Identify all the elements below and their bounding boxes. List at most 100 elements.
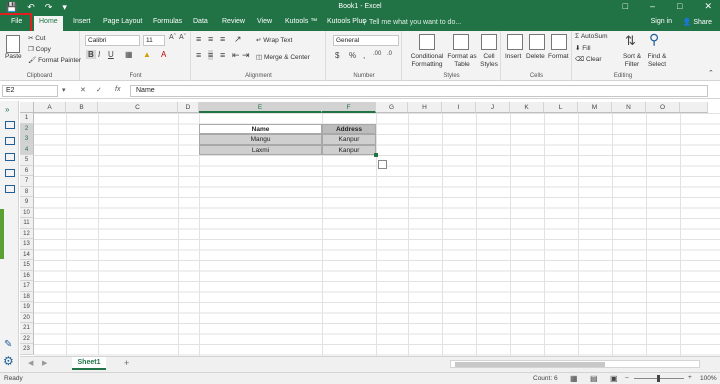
orientation-icon[interactable]: ↗: [234, 34, 242, 45]
row-header[interactable]: 11: [20, 218, 34, 229]
conditional-formatting-button[interactable]: Conditional Formatting: [407, 53, 447, 69]
comma-style-icon[interactable]: ,: [363, 51, 365, 60]
find-select-icon[interactable]: ⚲: [649, 31, 659, 48]
table-cell[interactable]: Laxmi: [199, 144, 322, 155]
autosum-button[interactable]: Σ AutoSum: [575, 33, 608, 40]
insert-cells-button[interactable]: Insert: [505, 53, 521, 60]
tab-data[interactable]: Data: [193, 18, 208, 25]
zoom-slider[interactable]: [634, 375, 684, 382]
column-header-e[interactable]: E: [199, 102, 322, 113]
tell-me-search[interactable]: ⚲ Tell me what you want to do...: [362, 18, 461, 26]
format-painter-button[interactable]: 🖌 Format Painter: [28, 56, 81, 64]
sheet-tab[interactable]: Sheet1: [72, 357, 106, 370]
row-header[interactable]: 21: [20, 323, 34, 334]
row-header[interactable]: 13: [20, 239, 34, 250]
fill-button[interactable]: ⬇ Fill: [575, 44, 591, 52]
zoom-level[interactable]: 100%: [700, 375, 717, 382]
tab-insert[interactable]: Insert: [73, 18, 91, 25]
confirm-entry-icon[interactable]: ✓: [96, 86, 102, 94]
cell-styles-icon[interactable]: [481, 34, 497, 50]
row-header[interactable]: 5: [20, 155, 34, 166]
name-box-dropdown-icon[interactable]: ▾: [62, 86, 66, 94]
tab-formulas[interactable]: Formulas: [153, 18, 182, 25]
font-size-select[interactable]: 11: [143, 35, 165, 46]
currency-icon[interactable]: $: [335, 51, 339, 60]
decrease-decimal-icon[interactable]: .0: [387, 51, 392, 57]
align-center-icon[interactable]: ≡: [208, 50, 214, 60]
conditional-formatting-icon[interactable]: [419, 34, 435, 50]
pane-resize-handle[interactable]: [0, 209, 4, 259]
row-header[interactable]: 14: [20, 249, 34, 260]
new-sheet-button[interactable]: +: [124, 358, 129, 368]
scroll-left-icon[interactable]: ◀: [28, 359, 33, 367]
insert-function-icon[interactable]: fx: [115, 86, 120, 93]
row-header[interactable]: 8: [20, 186, 34, 197]
normal-view-icon[interactable]: ▦: [570, 374, 578, 383]
ribbon-display-icon[interactable]: □: [623, 1, 628, 12]
tab-page-layout[interactable]: Page Layout: [103, 18, 142, 25]
align-top-icon[interactable]: ≡: [196, 34, 201, 44]
column-header-g[interactable]: G: [376, 102, 408, 113]
column-header-a[interactable]: A: [34, 102, 66, 113]
name-box[interactable]: E2: [2, 85, 58, 97]
row-header[interactable]: 18: [20, 291, 34, 302]
settings-gear-icon[interactable]: ⚙: [3, 354, 14, 368]
row-header[interactable]: 17: [20, 281, 34, 292]
zoom-slider-thumb[interactable]: [657, 375, 660, 382]
table-header-address[interactable]: Address: [322, 123, 376, 134]
table-header-name[interactable]: Name: [199, 123, 322, 134]
fill-handle[interactable]: [374, 153, 378, 157]
paste-icon[interactable]: [6, 35, 20, 53]
tab-home[interactable]: Home: [34, 16, 63, 31]
column-header-i[interactable]: I: [442, 102, 476, 113]
cell-styles-button[interactable]: Cell Styles: [479, 53, 499, 69]
column-header-b[interactable]: B: [66, 102, 98, 113]
format-as-table-icon[interactable]: [453, 34, 469, 50]
column-header-n[interactable]: N: [612, 102, 646, 113]
table-cell[interactable]: Mangu: [199, 134, 322, 145]
bold-icon[interactable]: B: [86, 50, 96, 59]
find-select-button[interactable]: Find & Select: [645, 53, 669, 69]
borders-icon[interactable]: ▦: [125, 50, 133, 59]
row-header[interactable]: 2: [20, 123, 34, 134]
tab-kutools[interactable]: Kutools ™: [285, 18, 317, 25]
row-header[interactable]: 4: [20, 144, 34, 155]
fill-color-icon[interactable]: ▲: [143, 50, 151, 59]
row-header[interactable]: 19: [20, 302, 34, 313]
zoom-out-icon[interactable]: –: [625, 374, 629, 381]
column-header-k[interactable]: K: [510, 102, 544, 113]
table-cell[interactable]: Kanpur: [322, 134, 376, 145]
table-cell[interactable]: Kanpur: [322, 144, 376, 155]
cancel-entry-icon[interactable]: ✕: [80, 86, 86, 94]
row-header[interactable]: 22: [20, 333, 34, 344]
column-header-m[interactable]: M: [578, 102, 612, 113]
insert-cells-icon[interactable]: [507, 34, 523, 50]
align-bottom-icon[interactable]: ≡: [220, 34, 225, 44]
column-header-o[interactable]: O: [646, 102, 680, 113]
column-header-j[interactable]: J: [476, 102, 510, 113]
close-icon[interactable]: ✕: [704, 1, 712, 12]
name-manager-icon[interactable]: [5, 153, 15, 161]
italic-icon[interactable]: I: [98, 50, 100, 59]
row-header[interactable]: 1: [20, 113, 34, 124]
delete-cells-button[interactable]: Delete: [526, 53, 545, 60]
select-all-corner[interactable]: [20, 102, 34, 113]
copy-button[interactable]: ❐ Copy: [28, 45, 51, 53]
row-header[interactable]: 3: [20, 134, 34, 145]
merge-center-button[interactable]: ◫ Merge & Center: [256, 53, 310, 61]
scrollbar-thumb[interactable]: [455, 362, 605, 367]
workbook-sheets-icon[interactable]: [5, 121, 15, 129]
tab-kutools-plus[interactable]: Kutools Plus: [327, 18, 366, 25]
number-format-select[interactable]: General: [333, 35, 399, 46]
column-header-h[interactable]: H: [408, 102, 442, 113]
increase-decimal-icon[interactable]: .00: [373, 51, 381, 57]
row-header[interactable]: 20: [20, 312, 34, 323]
wrap-text-button[interactable]: ↵ Wrap Text: [256, 36, 292, 44]
row-header[interactable]: 16: [20, 270, 34, 281]
tab-view[interactable]: View: [257, 18, 272, 25]
cut-button[interactable]: ✂ Cut: [28, 34, 45, 42]
clear-button[interactable]: ⌫ Clear: [575, 55, 602, 63]
column-header-l[interactable]: L: [544, 102, 578, 113]
quick-analysis-icon[interactable]: [378, 160, 387, 169]
sort-filter-button[interactable]: Sort & Filter: [621, 53, 643, 69]
